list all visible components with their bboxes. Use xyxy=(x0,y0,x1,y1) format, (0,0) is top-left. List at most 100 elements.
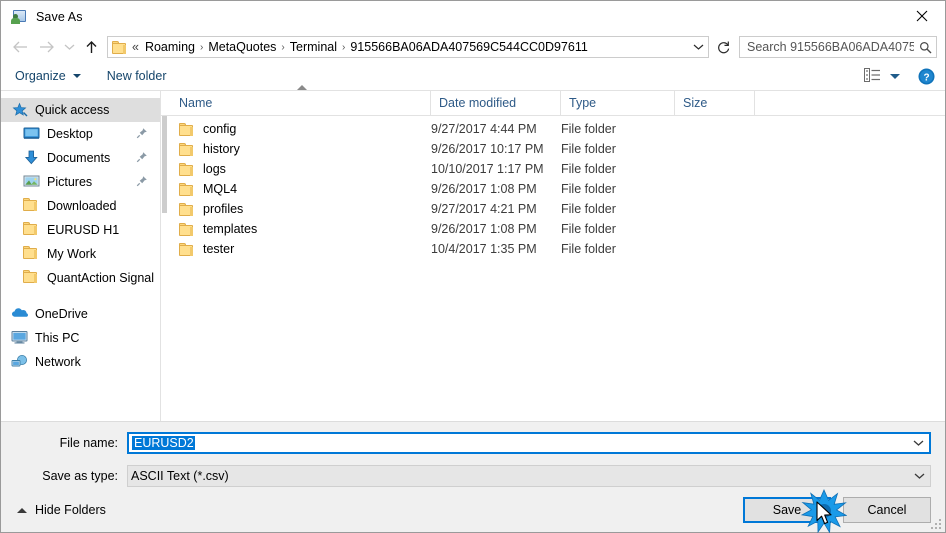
sidebar-item-label: OneDrive xyxy=(35,307,88,321)
column-header-label: Size xyxy=(683,96,708,110)
resize-grip[interactable] xyxy=(931,519,942,530)
address-bar[interactable]: « Roaming › MetaQuotes › Terminal › 9155… xyxy=(107,36,709,58)
hide-folders-label: Hide Folders xyxy=(35,503,106,517)
table-row[interactable]: config 9/27/2017 4:44 PM File folder xyxy=(161,119,945,139)
folder-icon xyxy=(179,162,195,176)
column-header-date-modified[interactable]: Date modified xyxy=(431,90,561,116)
file-date-cell: 9/27/2017 4:44 PM xyxy=(431,122,537,136)
filename-field[interactable]: EURUSD2 xyxy=(127,432,931,454)
pin-icon[interactable] xyxy=(136,175,148,187)
sidebar-item-label: My Work xyxy=(47,247,97,261)
file-type-cell: File folder xyxy=(561,222,616,236)
up-icon[interactable] xyxy=(79,35,103,59)
cancel-button[interactable]: Cancel xyxy=(843,497,931,523)
column-header-label: Date modified xyxy=(439,96,517,110)
search-input[interactable]: Search 915566BA06ADA40756... xyxy=(740,40,914,54)
forward-icon[interactable] xyxy=(33,35,59,59)
cancel-button-label: Cancel xyxy=(867,503,907,517)
file-name-cell: tester xyxy=(171,242,431,256)
svg-text:?: ? xyxy=(923,72,929,83)
sidebar-item-eurusd-h1[interactable]: EURUSD H1 xyxy=(1,218,160,242)
filename-input[interactable]: EURUSD2 xyxy=(129,436,907,450)
filename-label: File name: xyxy=(59,436,118,450)
file-name-label: tester xyxy=(203,242,235,256)
refresh-icon[interactable] xyxy=(712,36,734,58)
folder-icon xyxy=(179,142,195,156)
sidebar-item-label: Downloaded xyxy=(47,199,117,213)
sidebar-item-my-work[interactable]: My Work xyxy=(1,242,160,266)
file-type-cell: File folder xyxy=(561,182,616,196)
search-box[interactable]: Search 915566BA06ADA40756... xyxy=(739,36,937,58)
savetype-field[interactable]: ASCII Text (*.csv) xyxy=(127,465,931,487)
file-name-cell: logs xyxy=(171,162,431,176)
save-as-app-icon xyxy=(11,9,27,25)
breadcrumb-separator: › xyxy=(281,41,285,53)
folder-icon xyxy=(23,246,41,262)
help-icon[interactable]: ? xyxy=(918,68,935,85)
navigation-pane-scrollbar[interactable] xyxy=(161,91,168,421)
recent-locations-chevron-down-icon[interactable] xyxy=(59,35,79,59)
table-row[interactable]: tester 10/4/2017 1:35 PM File folder xyxy=(161,239,945,259)
title-bar: Save As xyxy=(1,1,945,32)
table-row[interactable]: templates 9/26/2017 1:08 PM File folder xyxy=(161,219,945,239)
pin-icon[interactable] xyxy=(136,127,148,139)
sidebar-item-documents[interactable]: Documents xyxy=(1,146,160,170)
view-mode-icon xyxy=(864,67,881,85)
file-name-cell: MQL4 xyxy=(171,182,431,196)
file-type-cell: File folder xyxy=(561,162,616,176)
table-row[interactable]: history 9/26/2017 10:17 PM File folder xyxy=(161,139,945,159)
hide-folders-button[interactable]: Hide Folders xyxy=(17,503,106,517)
breadcrumb-item-2[interactable]: Terminal xyxy=(287,40,340,54)
column-header-name[interactable]: Name xyxy=(171,84,431,116)
sidebar-item-onedrive[interactable]: OneDrive xyxy=(1,302,160,326)
folder-icon xyxy=(179,122,195,136)
sidebar-item-pictures[interactable]: Pictures xyxy=(1,170,160,194)
sidebar-item-this-pc[interactable]: This PC xyxy=(1,326,160,350)
this-pc-icon xyxy=(11,330,29,346)
address-chevron-down-icon[interactable] xyxy=(689,37,708,57)
sidebar-item-label: Desktop xyxy=(47,127,93,141)
pin-icon[interactable] xyxy=(136,151,148,163)
breadcrumb-item-1[interactable]: MetaQuotes xyxy=(205,40,279,54)
file-rows: config 9/27/2017 4:44 PM File folder his… xyxy=(161,116,945,421)
file-name-cell: history xyxy=(171,142,431,156)
sidebar-item-desktop[interactable]: Desktop xyxy=(1,122,160,146)
new-folder-button[interactable]: New folder xyxy=(107,69,167,83)
table-row[interactable]: MQL4 9/26/2017 1:08 PM File folder xyxy=(161,179,945,199)
savetype-chevron-down-icon[interactable] xyxy=(908,466,930,486)
column-header-type[interactable]: Type xyxy=(561,90,675,116)
view-mode-button[interactable] xyxy=(864,67,900,85)
file-date-cell: 10/10/2017 1:17 PM xyxy=(431,162,544,176)
folder-icon xyxy=(179,202,195,216)
back-icon[interactable] xyxy=(7,35,33,59)
table-row[interactable]: logs 10/10/2017 1:17 PM File folder xyxy=(161,159,945,179)
save-as-dialog: Save As « Roaming › MetaQuotes › Termina… xyxy=(0,0,946,533)
folder-icon xyxy=(179,242,195,256)
sidebar-item-downloaded[interactable]: Downloaded xyxy=(1,194,160,218)
breadcrumb-overflow[interactable]: « xyxy=(131,40,142,54)
save-button[interactable]: Save xyxy=(743,497,831,523)
sidebar-item-quick-access[interactable]: Quick access xyxy=(1,98,160,122)
sidebar-item-label: Network xyxy=(35,355,81,369)
breadcrumb-item-0[interactable]: Roaming xyxy=(142,40,198,54)
folder-icon xyxy=(179,222,195,236)
desktop-icon xyxy=(23,126,41,142)
search-icon[interactable] xyxy=(914,41,936,54)
documents-icon xyxy=(23,150,41,166)
file-type-cell: File folder xyxy=(561,202,616,216)
sidebar-item-quantaction-signal[interactable]: QuantAction Signal xyxy=(1,266,160,290)
column-header-size[interactable]: Size xyxy=(675,90,755,116)
dialog-body: Quick access Desktop Documents Pictures … xyxy=(1,84,945,421)
save-button-label: Save xyxy=(772,503,802,517)
filename-chevron-down-icon[interactable] xyxy=(907,434,929,452)
sidebar-item-label: Documents xyxy=(47,151,111,165)
file-name-label: logs xyxy=(203,162,226,176)
breadcrumb-item-3[interactable]: 915566BA06ADA407569C544CC0D97611 xyxy=(347,40,590,54)
breadcrumb-separator: › xyxy=(342,41,346,53)
table-row[interactable]: profiles 9/27/2017 4:21 PM File folder xyxy=(161,199,945,219)
sidebar-item-network[interactable]: Network xyxy=(1,350,160,374)
close-icon[interactable] xyxy=(899,1,945,31)
file-name-label: profiles xyxy=(203,202,244,216)
organize-button[interactable]: Organize xyxy=(15,69,81,83)
breadcrumb: « Roaming › MetaQuotes › Terminal › 9155… xyxy=(131,40,689,54)
